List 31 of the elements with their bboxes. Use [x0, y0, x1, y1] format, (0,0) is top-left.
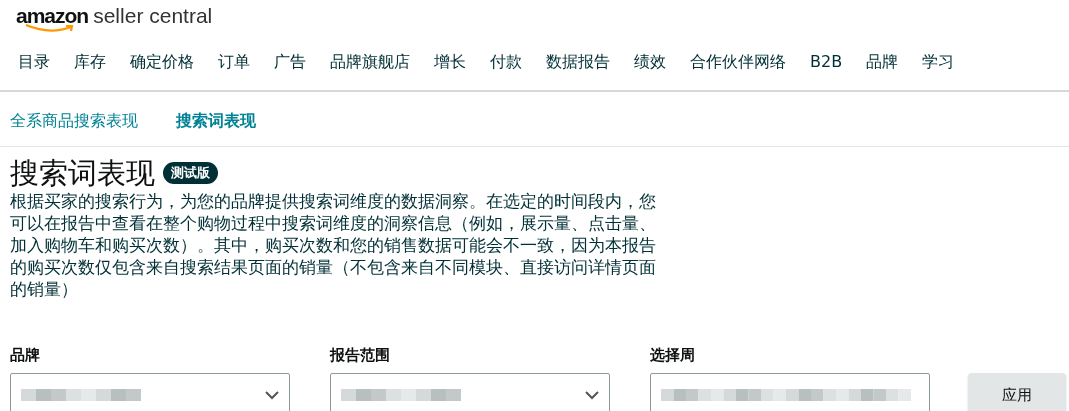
- nav-menu-item[interactable]: B2B: [798, 51, 855, 90]
- page-title: 搜索词表现: [10, 155, 155, 191]
- dropdown[interactable]: [10, 373, 290, 411]
- smile-arrow-icon: [25, 24, 75, 33]
- nav-menu-item[interactable]: 订单: [206, 51, 262, 90]
- beta-badge: 测试版: [163, 162, 218, 184]
- dropdown[interactable]: [330, 373, 610, 411]
- field-label: 品牌: [10, 345, 41, 365]
- nav-menu-item[interactable]: 库存: [62, 51, 118, 90]
- nav-menu-item[interactable]: 广告: [262, 51, 318, 90]
- sub-tab[interactable]: 搜索词表现: [176, 110, 256, 146]
- field-label: 选择周: [650, 345, 696, 365]
- nav-menu-item[interactable]: 确定价格: [118, 51, 206, 90]
- nav-menu-item[interactable]: 数据报告: [534, 51, 622, 90]
- nav-menu-item[interactable]: 增长: [422, 51, 478, 90]
- apply-button[interactable]: 应用: [968, 373, 1066, 411]
- nav-menu-item[interactable]: 目录: [6, 51, 62, 90]
- nav-menu-item[interactable]: 品牌: [854, 51, 911, 90]
- input-field[interactable]: [650, 373, 930, 411]
- description-paragraph: 根据买家的搜索行为，为您的品牌提供搜索词维度的数据洞察。在选定的时间段内，您可以在报告中查看在整个购物过程中搜索词维度的洞察信息（例如，展示量、点击量、加入购物车和购买次数）。其中，购买次数和您的销售数据可能会不一致，因为本报告的购买次数仅包含来自搜索结果页面的销量（不包含来自不同模块、直接访问详情页面的销量）: [9, 191, 657, 301]
- chevron-down-icon: [265, 390, 279, 400]
- field-label: 报告范围: [330, 345, 391, 365]
- nav-menu-item[interactable]: 付款: [478, 51, 534, 90]
- nav-menu-item[interactable]: 合作伙伴网络: [678, 51, 798, 90]
- nav-menu-item[interactable]: 品牌旗舰店: [318, 51, 422, 90]
- logo-wordmark: amazon: [16, 4, 89, 27]
- nav-menu-item[interactable]: 学习: [910, 51, 967, 90]
- product-name: seller central: [93, 4, 213, 28]
- chevron-down-icon: [585, 390, 599, 400]
- sub-tab[interactable]: 全系商品搜索表现: [10, 110, 138, 146]
- nav-menu-item[interactable]: 绩效: [622, 51, 678, 90]
